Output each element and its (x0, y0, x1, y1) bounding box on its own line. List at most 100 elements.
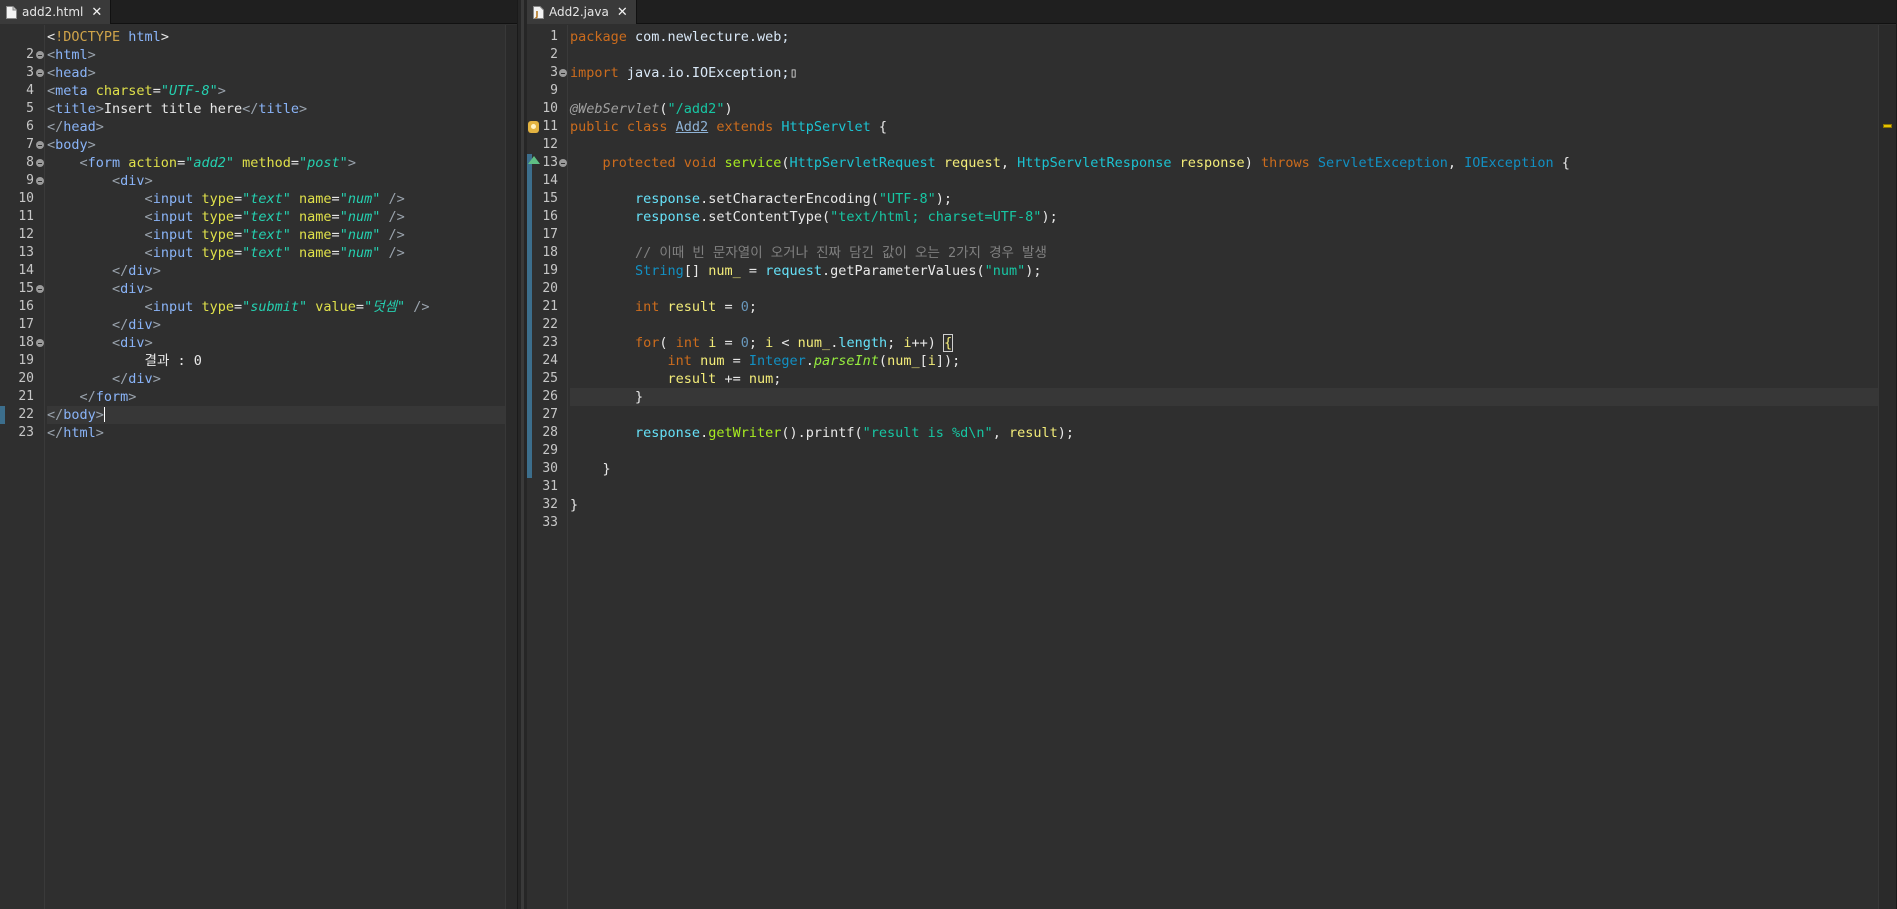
code-token: num_ (887, 353, 920, 369)
code-line[interactable]: response.getWriter().printf("result is %… (570, 424, 1878, 442)
code-line[interactable]: for( int i = 0; i < num_.length; i++) { (570, 334, 1878, 352)
html-editor-pane[interactable]: add2.html ✕ 2 3 4 5 6 7 8 9 10 11 12 13 14 15 16 17 18 19… (0, 0, 518, 909)
tab-add2-html[interactable]: add2.html ✕ (0, 0, 112, 24)
code-line[interactable]: } (570, 460, 1878, 478)
quick-fix-warning-icon[interactable] (528, 121, 539, 133)
code-token: action (128, 155, 178, 171)
html-file-icon (6, 5, 17, 19)
line-number: 15 (18, 281, 34, 296)
code-line[interactable]: 결과 : 0 (47, 352, 505, 370)
code-line[interactable] (570, 442, 1878, 460)
fold-toggle-icon[interactable] (36, 51, 44, 59)
code-token: response (635, 209, 701, 225)
code-line[interactable]: @WebServlet("/add2") (570, 100, 1878, 118)
tab-add2-java[interactable]: J Add2.java ✕ (527, 0, 637, 24)
fold-toggle-icon[interactable] (36, 69, 44, 77)
code-line[interactable] (570, 226, 1878, 244)
code-line[interactable] (570, 316, 1878, 334)
fold-toggle-icon[interactable] (36, 285, 44, 293)
warning-marker[interactable] (1883, 124, 1892, 128)
html-editor[interactable]: 2 3 4 5 6 7 8 9 10 11 12 13 14 15 16 17 18 19 20 21 22 23 <!D… (0, 25, 517, 909)
code-line[interactable]: <div> (47, 172, 505, 190)
overview-ruler[interactable] (1878, 25, 1896, 909)
code-line[interactable]: <!DOCTYPE html> (47, 28, 505, 46)
fold-toggle-icon[interactable] (36, 141, 44, 149)
line-number: 18 (18, 335, 34, 350)
close-icon[interactable]: ✕ (617, 5, 628, 20)
code-token: ; (748, 335, 766, 351)
code-line[interactable]: import java.io.IOException;▯ (570, 64, 1878, 82)
code-line[interactable]: package com.newlecture.web; (570, 28, 1878, 46)
code-token: java.io.IOException; (626, 65, 790, 81)
java-editor[interactable]: 1 2 3 9 10 11 12 13 14 15 16 17 18 19 20 21 22 23 24 25 26 27… (527, 25, 1896, 909)
code-line[interactable]: } (570, 496, 1878, 514)
code-line[interactable]: <input type="text" name="num" /> (47, 208, 505, 226)
code-line[interactable]: <html> (47, 46, 505, 64)
code-line[interactable]: <head> (47, 64, 505, 82)
fold-toggle-icon[interactable] (559, 69, 567, 77)
code-line[interactable]: <input type="submit" value="덧셈" /> (47, 298, 505, 316)
fold-toggle-icon[interactable] (36, 177, 44, 185)
code-line[interactable] (570, 46, 1878, 64)
code-line[interactable]: </div> (47, 316, 505, 334)
code-line[interactable]: </html> (47, 424, 505, 442)
code-line[interactable]: <form action="add2" method="post"> (47, 154, 505, 172)
code-line[interactable] (570, 136, 1878, 154)
code-line[interactable]: response.setContentType("text/html; char… (570, 208, 1878, 226)
override-indicator-icon[interactable] (528, 156, 540, 164)
code-line[interactable]: } (570, 388, 1878, 406)
code-line[interactable]: </div> (47, 370, 505, 388)
code-line[interactable]: result += num; (570, 370, 1878, 388)
code-token: "text" (242, 209, 300, 225)
code-line[interactable] (570, 82, 1878, 100)
code-token: </ (47, 407, 64, 423)
code-line[interactable]: </div> (47, 262, 505, 280)
code-token: /> (388, 245, 405, 261)
code-line[interactable]: <input type="text" name="num" /> (47, 190, 505, 208)
html-code-area[interactable]: <!DOCTYPE html> <html> <head> <meta charset… (46, 25, 505, 909)
code-token: extends (708, 119, 782, 135)
code-token: < (47, 101, 56, 117)
code-line[interactable]: </body> (47, 406, 505, 424)
code-line[interactable] (570, 478, 1878, 496)
code-line[interactable]: <input type="text" name="num" /> (47, 226, 505, 244)
code-line[interactable] (570, 406, 1878, 424)
code-line[interactable]: <body> (47, 136, 505, 154)
code-line[interactable]: <title>Insert title here</title> (47, 100, 505, 118)
code-line[interactable] (570, 172, 1878, 190)
code-token: < (112, 281, 121, 297)
code-line[interactable]: <div> (47, 334, 505, 352)
code-line[interactable]: protected void service(HttpServletReques… (570, 154, 1878, 172)
code-line[interactable]: <input type="text" name="num" /> (47, 244, 505, 262)
fold-toggle-icon[interactable] (559, 159, 567, 167)
editor-splitter[interactable] (518, 0, 527, 909)
fold-toggle-icon[interactable] (36, 339, 44, 347)
close-icon[interactable]: ✕ (91, 5, 102, 20)
code-line[interactable]: int num = Integer.parseInt(num_[i]); (570, 352, 1878, 370)
fold-toggle-icon[interactable] (36, 159, 44, 167)
code-line[interactable]: </form> (47, 388, 505, 406)
vertical-scrollbar[interactable] (505, 25, 517, 909)
code-line[interactable]: </head> (47, 118, 505, 136)
java-editor-pane[interactable]: J Add2.java ✕ 1 2 3 9 10 11 12 13 14 15 16 17 18 19 20… (527, 0, 1897, 909)
code-token: Integer (748, 353, 806, 369)
line-number: 30 (542, 461, 558, 476)
code-token: "num" (984, 263, 1026, 279)
line-number: 22 (18, 407, 34, 422)
code-line[interactable] (570, 280, 1878, 298)
code-line[interactable]: public class Add2 extends HttpServlet { (570, 118, 1878, 136)
code-token: num_ (708, 263, 741, 279)
code-line[interactable] (570, 514, 1878, 532)
code-line[interactable]: <meta charset="UTF-8"> (47, 82, 505, 100)
code-line[interactable]: String[] num_ = request.getParameterValu… (570, 262, 1878, 280)
code-line[interactable]: <div> (47, 280, 505, 298)
code-line[interactable]: int result = 0; (570, 298, 1878, 316)
java-code-area[interactable]: package com.newlecture.web; import java.i… (569, 25, 1878, 909)
code-token: ; (887, 335, 904, 351)
code-token: @WebServlet (570, 101, 660, 117)
code-line[interactable]: // 이때 빈 문자열이 오거나 진짜 담긴 값이 오는 2가지 경우 발생 (570, 244, 1878, 262)
code-line[interactable]: response.setCharacterEncoding("UTF-8"); (570, 190, 1878, 208)
line-number: 11 (18, 209, 34, 224)
